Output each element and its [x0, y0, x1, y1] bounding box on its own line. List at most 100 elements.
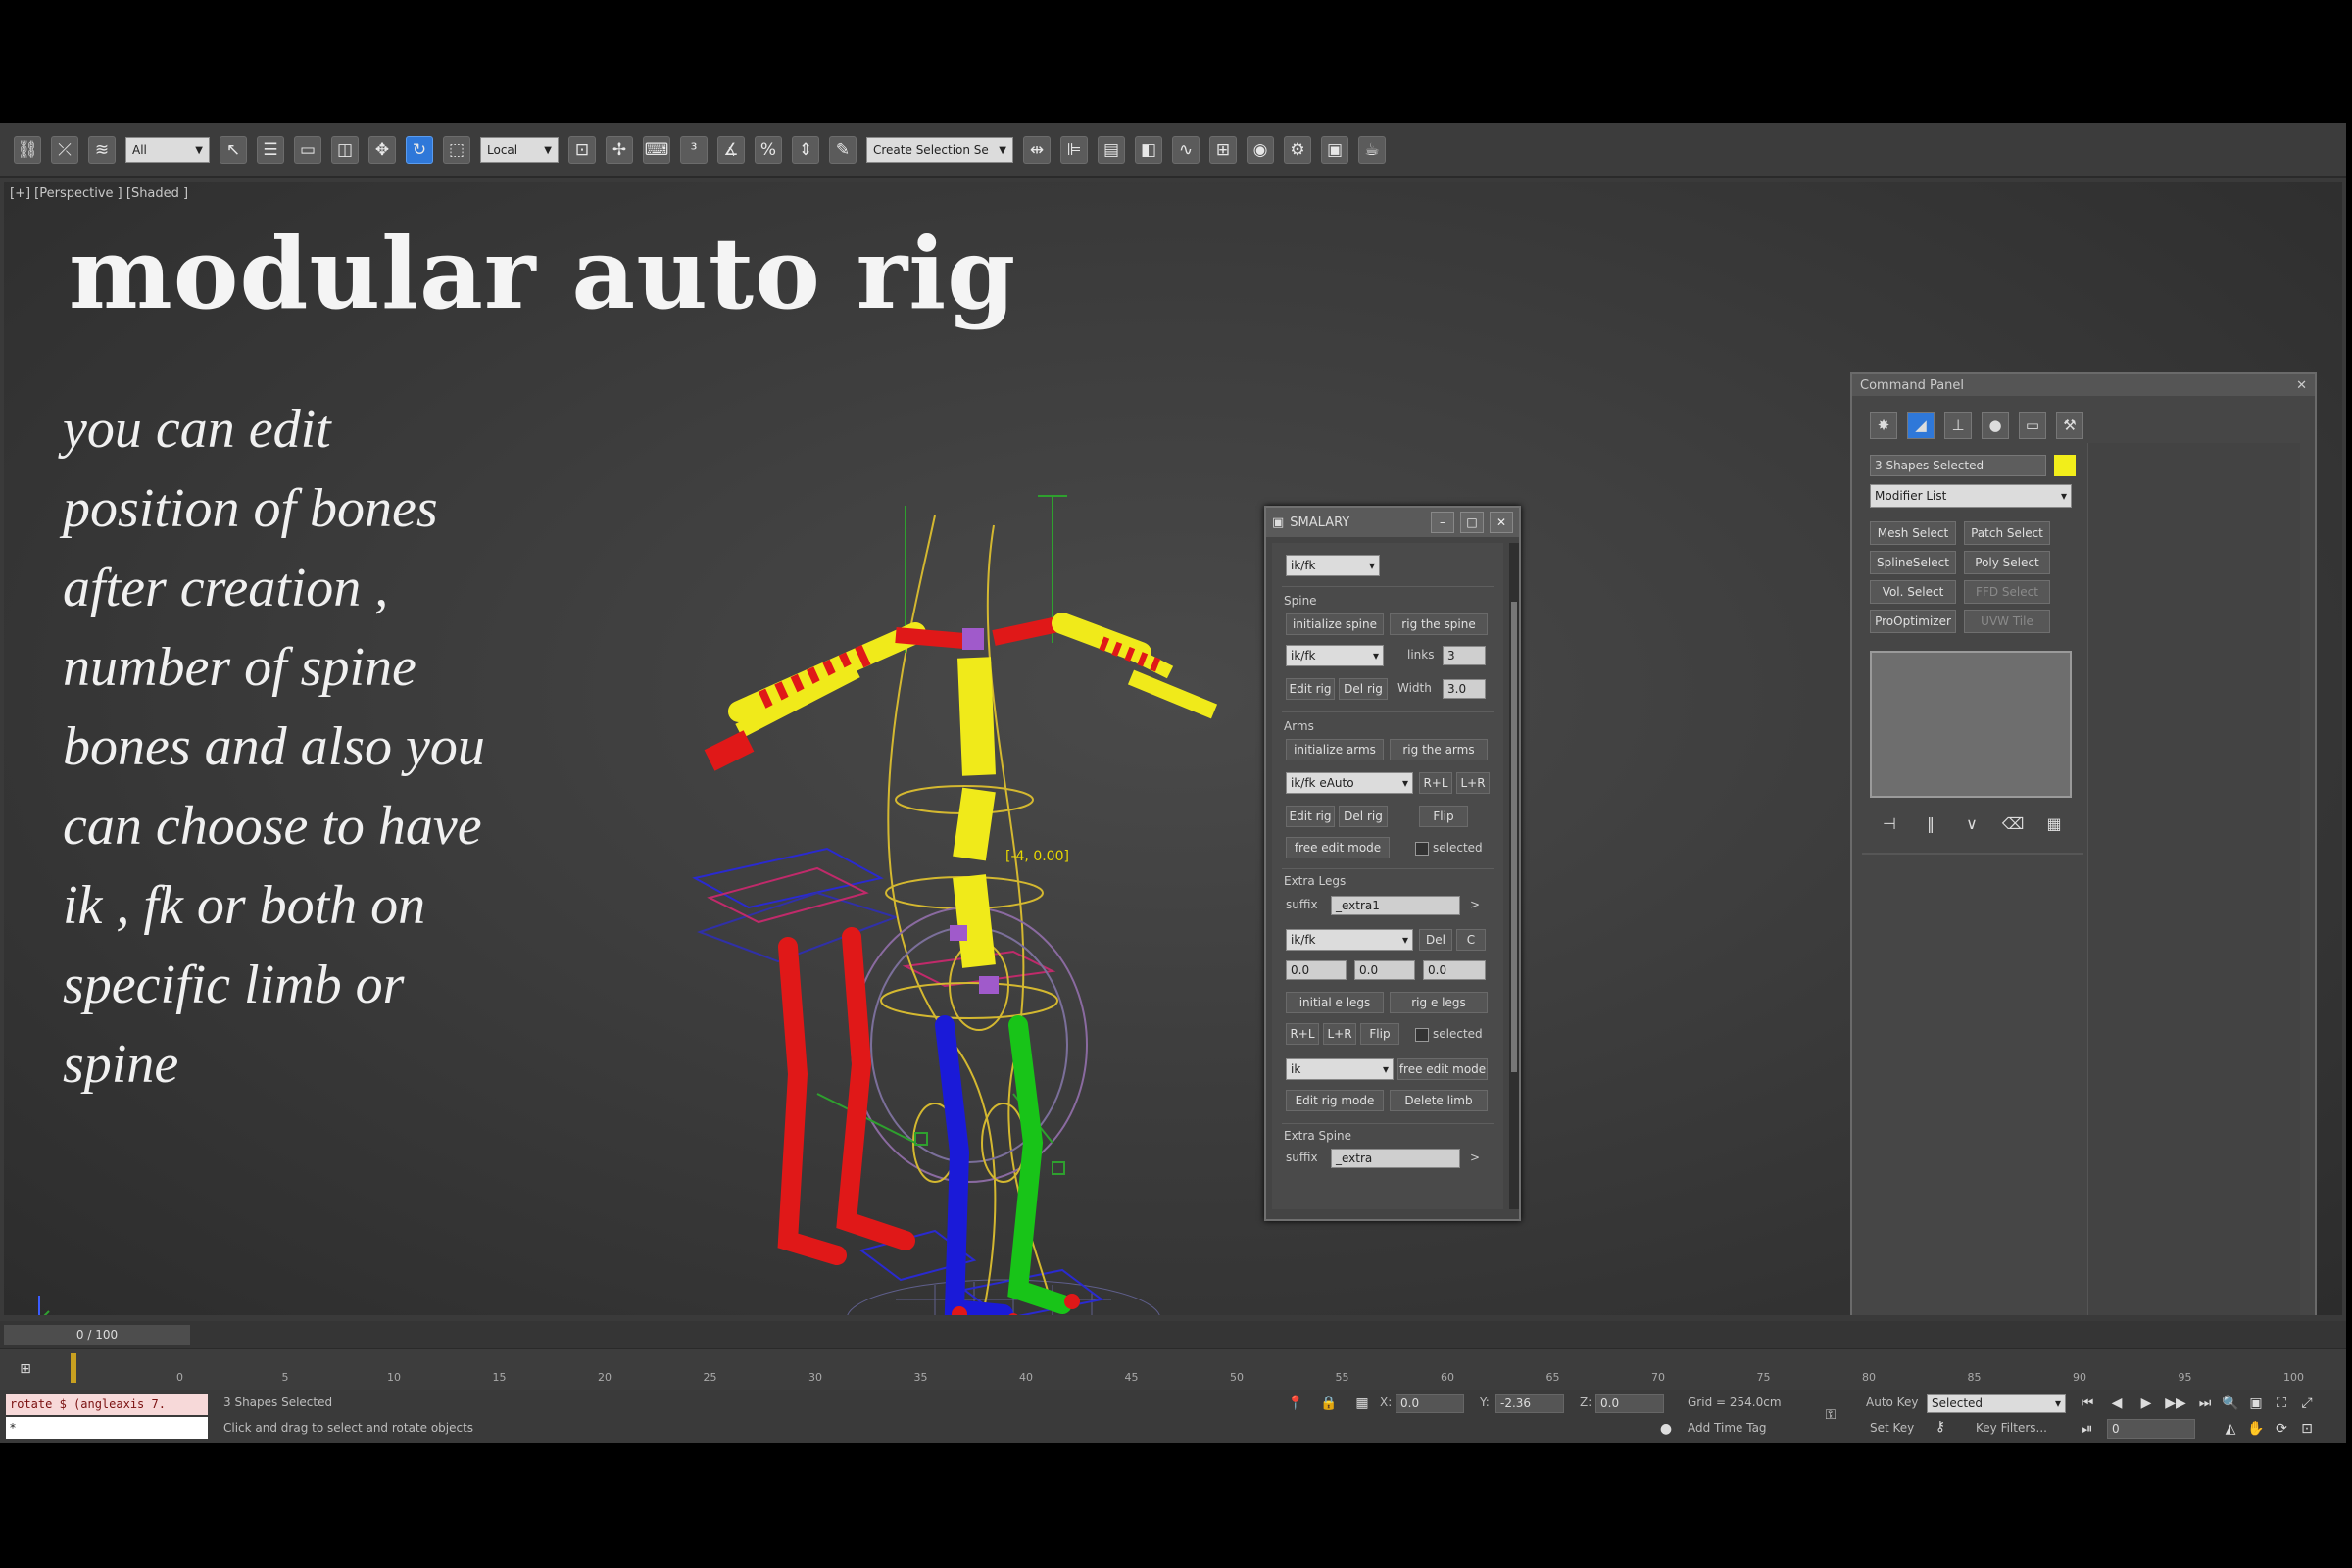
initialize-spine-button[interactable]: initialize spine [1286, 613, 1384, 635]
arms-selected-checkbox[interactable] [1415, 842, 1429, 856]
mini-curve-editor-icon[interactable]: ⊞ [16, 1359, 35, 1379]
modifier-stack[interactable] [1870, 651, 2072, 798]
spinner-snap-icon[interactable]: ⇕ [792, 136, 819, 164]
display-tab-icon[interactable]: ▭ [2019, 412, 2046, 439]
rig-spine-button[interactable]: rig the spine [1390, 613, 1488, 635]
ffd-select-button[interactable]: FFD Select [1964, 580, 2050, 604]
auto-key-button[interactable]: Auto Key [1866, 1396, 1918, 1409]
extra-legs-l-r-button[interactable]: L+R [1323, 1023, 1356, 1045]
spine-links-spinner[interactable]: 3 [1443, 646, 1486, 665]
key-mode-dropdown[interactable]: Selected ▾ [1927, 1394, 2066, 1413]
mirror-icon[interactable]: ⇹ [1023, 136, 1051, 164]
y-coordinate-field[interactable]: -2.36 [1495, 1394, 1564, 1413]
scrollbar-thumb[interactable] [1511, 602, 1517, 1072]
extra-legs-c-button[interactable]: C [1456, 929, 1486, 951]
extra-spine-suffix-input[interactable]: _extra [1331, 1149, 1460, 1168]
zoom-extents-icon[interactable]: ⛶ [2272, 1394, 2291, 1413]
layer-manager-icon[interactable]: ▤ [1098, 136, 1125, 164]
move-icon[interactable]: ✥ [368, 136, 396, 164]
patch-select-button[interactable]: Patch Select [1964, 521, 2050, 545]
curve-editor-icon[interactable]: ∿ [1172, 136, 1200, 164]
extra-legs-del-button[interactable]: Del [1419, 929, 1452, 951]
selection-filter-dropdown[interactable]: All ▼ [125, 137, 210, 163]
extra-legs-mode-dropdown[interactable]: ik ▾ [1286, 1058, 1394, 1080]
maxscript-input[interactable]: * [6, 1417, 208, 1439]
select-object-icon[interactable]: ↖ [220, 136, 247, 164]
extra-legs-suffix-input[interactable]: _extra1 [1331, 896, 1460, 915]
angle-snap-icon[interactable]: ∡ [717, 136, 745, 164]
close-icon[interactable]: ✕ [2296, 378, 2307, 393]
make-unique-icon[interactable]: ∨ [1960, 811, 1984, 835]
edit-named-selection-icon[interactable]: ✎ [829, 136, 857, 164]
pin-stack-icon[interactable]: ⊣ [1878, 811, 1901, 835]
absolute-mode-icon[interactable]: ▦ [1352, 1394, 1372, 1413]
spline-select-button[interactable]: SplineSelect [1870, 551, 1956, 574]
play-icon[interactable]: ▶ [2136, 1394, 2156, 1413]
poly-select-button[interactable]: Poly Select [1964, 551, 2050, 574]
motion-tab-icon[interactable]: ● [1982, 412, 2009, 439]
initialize-extra-legs-button[interactable]: initial e legs [1286, 992, 1384, 1013]
link-icon[interactable]: ⛓ [14, 136, 41, 164]
reference-coordinate-dropdown[interactable]: Local ▼ [480, 137, 559, 163]
percent-snap-icon[interactable]: % [755, 136, 782, 164]
rig-extra-legs-button[interactable]: rig e legs [1390, 992, 1488, 1013]
x-coordinate-field[interactable]: 0.0 [1396, 1394, 1464, 1413]
previous-frame-icon[interactable]: ◀ [2107, 1394, 2127, 1413]
character-rig[interactable]: [-4, 0.00] [641, 457, 1268, 1315]
extra-legs-r-l-button[interactable]: R+L [1286, 1023, 1319, 1045]
time-marker[interactable] [71, 1353, 76, 1383]
set-key-icon[interactable]: ⚷ [1931, 1417, 1950, 1437]
create-tab-icon[interactable]: ✸ [1870, 412, 1897, 439]
bind-space-warp-icon[interactable]: ≋ [88, 136, 116, 164]
spine[interactable] [950, 628, 999, 994]
align-icon[interactable]: ⊫ [1060, 136, 1088, 164]
pivot-center-icon[interactable]: ⊡ [568, 136, 596, 164]
arms-type-dropdown[interactable]: ik/fk eAuto ▾ [1286, 772, 1413, 794]
time-slider[interactable]: 0 / 100 [0, 1321, 2346, 1348]
go-to-start-icon[interactable]: ⏮ [2078, 1394, 2097, 1413]
rotate-icon[interactable]: ↻ [406, 136, 433, 164]
hierarchy-tab-icon[interactable]: ⊥ [1944, 412, 1972, 439]
unlink-icon[interactable]: ⤫ [51, 136, 78, 164]
add-time-tag[interactable]: Add Time Tag [1688, 1421, 1767, 1435]
pro-optimizer-button[interactable]: ProOptimizer [1870, 610, 1956, 633]
select-by-name-icon[interactable]: ☰ [257, 136, 284, 164]
rig-arms-button[interactable]: rig the arms [1390, 739, 1488, 760]
uvw-tile-button[interactable]: UVW Tile [1964, 610, 2050, 633]
window-crossing-icon[interactable]: ◫ [331, 136, 359, 164]
configure-modifier-sets-icon[interactable]: ▦ [2042, 811, 2066, 835]
right-arm[interactable] [992, 612, 1218, 719]
rig-type-dropdown[interactable]: ik/fk ▾ [1286, 555, 1380, 576]
extra-legs-flip-button[interactable]: Flip [1360, 1023, 1399, 1045]
object-name-field[interactable]: 3 Shapes Selected [1870, 455, 2046, 476]
current-frame-field[interactable]: 0 [2107, 1419, 2195, 1439]
mesh-select-button[interactable]: Mesh Select [1870, 521, 1956, 545]
remove-modifier-icon[interactable]: ⌫ [2001, 811, 2025, 835]
lock-icon[interactable]: 🔒 [1319, 1394, 1339, 1413]
arms-l-r-button[interactable]: L+R [1456, 772, 1490, 794]
utilities-tab-icon[interactable]: ⚒ [2056, 412, 2083, 439]
delete-limb-button[interactable]: Delete limb [1390, 1090, 1488, 1111]
manipulate-icon[interactable]: ✢ [606, 136, 633, 164]
maximize-button[interactable]: □ [1460, 512, 1484, 533]
spine-type-dropdown[interactable]: ik/fk ▾ [1286, 645, 1384, 666]
close-button[interactable]: ✕ [1490, 512, 1513, 533]
auto-rig-floater[interactable]: ▣ SMALARY – □ ✕ ik/fk ▾ Spine initialize … [1264, 506, 1521, 1221]
extra-spine-arrow-icon[interactable]: > [1470, 1151, 1480, 1164]
pan-icon[interactable]: ✋ [2246, 1419, 2266, 1439]
minimize-button[interactable]: – [1431, 512, 1454, 533]
extra-legs-type-dropdown[interactable]: ik/fk ▾ [1286, 929, 1413, 951]
initialize-arms-button[interactable]: initialize arms [1286, 739, 1384, 760]
extra-legs-selected-checkbox[interactable] [1415, 1028, 1429, 1042]
extra-legs-z-spinner[interactable]: 0.0 [1423, 960, 1486, 980]
viewport-label[interactable]: [+] [Perspective ] [Shaded ] [10, 186, 188, 201]
snaps-toggle-icon[interactable]: ³ [680, 136, 708, 164]
material-editor-icon[interactable]: ◉ [1247, 136, 1274, 164]
command-panel[interactable]: Command Panel ✕ ✸ ◢ ⊥ ● ▭ ⚒ 3 Shapes Sel… [1850, 372, 2317, 1315]
floater-scrollbar[interactable] [1509, 543, 1519, 1209]
graphite-ribbon-icon[interactable]: ◧ [1135, 136, 1162, 164]
next-frame-icon[interactable]: ▶▶ [2165, 1394, 2186, 1413]
maxscript-listener[interactable]: rotate $ (angleaxis 7. [6, 1394, 208, 1415]
key-icon[interactable]: ⚿ [1821, 1405, 1840, 1425]
orbit-icon[interactable]: ⟳ [2272, 1419, 2291, 1439]
